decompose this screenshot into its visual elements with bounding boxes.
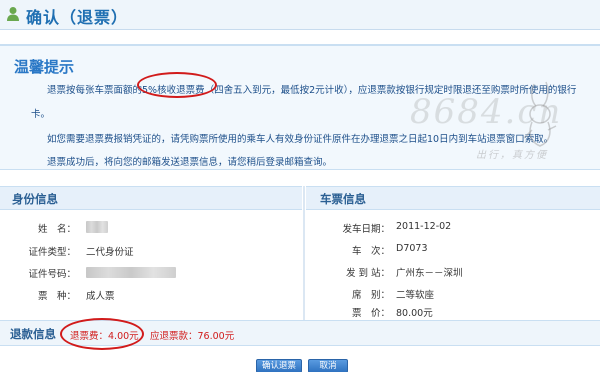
name-value-redacted [86,221,108,233]
ticket-section-header: 车票信息 [306,186,600,210]
route-value: 广州东－－深圳 [396,268,463,279]
identity-row-ticket-type: 票 种： 成人票 [0,288,302,302]
user-icon [7,7,19,21]
ticket-row-price: 票 价： 80.00元 [306,305,600,319]
notice-line-2: 如您需要退票费报销凭证的，请凭购票所使用的乘车人有效身份证件原件在办理退票之日起… [47,134,554,145]
name-label: 姓 名： [37,224,76,235]
notice-line-1-cont: 卡。 [31,109,51,120]
seat-value: 二等软座 [396,290,435,301]
ticket-row-seat: 席 别： 二等软座 [306,287,600,301]
ticket-type-label: 票 种： [37,291,76,302]
identity-heading: 身份信息 [12,192,58,206]
price-label: 票 价： [351,308,390,319]
train-value: D7073 [396,243,428,254]
ticket-row-route: 发 到 站： 广州东－－深圳 [306,265,600,279]
price-value: 80.00元 [396,308,433,319]
notice-heading: 温馨提示 [14,58,75,76]
identity-row-id-number: 证件号码： [0,266,302,280]
ticket-row-date: 发车日期： 2011-12-02 [306,221,600,235]
date-label: 发车日期： [342,224,390,235]
identity-section-header: 身份信息 [0,186,302,210]
refund-amount: 应退票款：76.00元 [150,331,235,342]
cancel-button[interactable]: 取消 [308,359,348,372]
id-number-label: 证件号码： [28,269,76,280]
title-bar: 确认（退票） [0,0,600,30]
watermark-slogan: 出行，真方便 [476,150,548,161]
refund-fee-highlight-circle [60,318,144,350]
date-value: 2011-12-02 [396,221,452,232]
ticket-heading: 车票信息 [320,192,366,206]
section-divider [303,186,305,320]
confirm-refund-button[interactable]: 确认退票 [256,359,302,372]
route-label: 发 到 站： [345,268,390,279]
train-label: 车 次： [351,246,390,257]
id-type-value: 二代身份证 [86,247,134,258]
notice-line-3: 退票成功后，将向您的邮箱发送退票信息，请您稍后登录邮箱查询。 [47,157,333,168]
ticket-type-value: 成人票 [86,291,115,302]
fee-rate-highlight-circle [137,72,217,98]
refund-heading: 退款信息 [10,327,56,341]
identity-row-name: 姓 名： [0,221,302,235]
seat-label: 席 别： [351,290,390,301]
page-title: 确认（退票） [26,8,129,27]
identity-row-id-type: 证件类型： 二代身份证 [0,244,302,258]
id-type-label: 证件类型： [28,247,76,258]
id-number-value-redacted [86,267,176,278]
ticket-row-train: 车 次： D7073 [306,243,600,257]
watermark-logo: 8684.cn [410,92,563,132]
